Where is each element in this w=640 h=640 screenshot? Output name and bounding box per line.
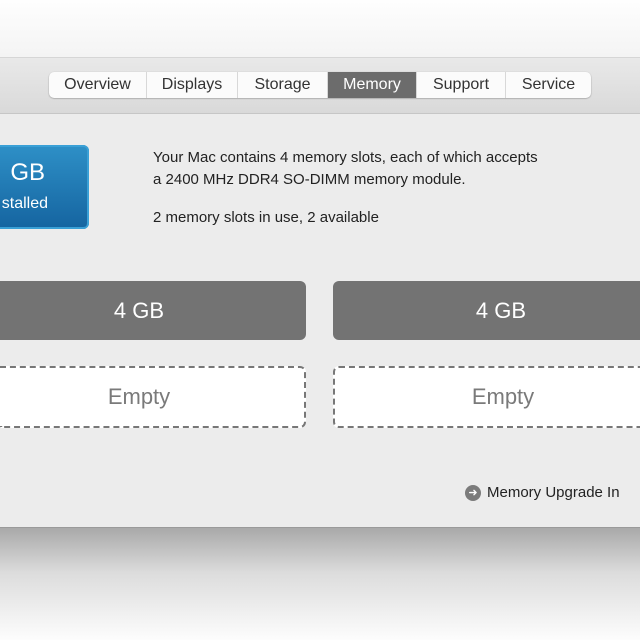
memory-installed-badge: GB stalled (0, 145, 89, 229)
memory-slot-4-label: Empty (471, 384, 535, 409)
memory-slot-3-label: Empty (107, 384, 171, 409)
toolbar: Overview Displays Storage Memory Support… (0, 58, 640, 114)
description-line-2: a 2400 MHz DDR4 SO-DIMM memory module. (153, 171, 466, 188)
memory-description: Your Mac contains 4 memory slots, each o… (153, 147, 623, 229)
description-line-1: Your Mac contains 4 memory slots, each o… (153, 149, 538, 166)
desktop-background (0, 0, 640, 57)
memory-slot-2: 4 GB (333, 281, 640, 340)
arrow-right-circle-icon: ➜ (465, 484, 481, 501)
memory-size: GB (10, 159, 45, 186)
installed-label: stalled (1, 195, 48, 212)
tab-overview[interactable]: Overview (49, 72, 147, 98)
memory-upgrade-label: Memory Upgrade In (487, 484, 620, 501)
memory-upgrade-link[interactable]: ➜ Memory Upgrade In (465, 484, 620, 501)
memory-slot-1: 4 GB (0, 281, 306, 340)
about-this-mac-window: Overview Displays Storage Memory Support… (0, 57, 640, 528)
tab-support[interactable]: Support (417, 72, 506, 98)
memory-slot-1-label: 4 GB (113, 298, 165, 323)
tab-bar: Overview Displays Storage Memory Support… (49, 72, 591, 98)
memory-slot-4: Empty (333, 366, 640, 428)
tab-storage[interactable]: Storage (238, 72, 328, 98)
tab-displays[interactable]: Displays (147, 72, 238, 98)
memory-slot-2-label: 4 GB (475, 298, 527, 323)
tab-service[interactable]: Service (506, 72, 591, 98)
window-shadow (0, 528, 640, 640)
memory-slot-3: Empty (0, 366, 306, 428)
slot-usage: 2 memory slots in use, 2 available (153, 209, 379, 226)
tab-memory[interactable]: Memory (328, 72, 417, 98)
